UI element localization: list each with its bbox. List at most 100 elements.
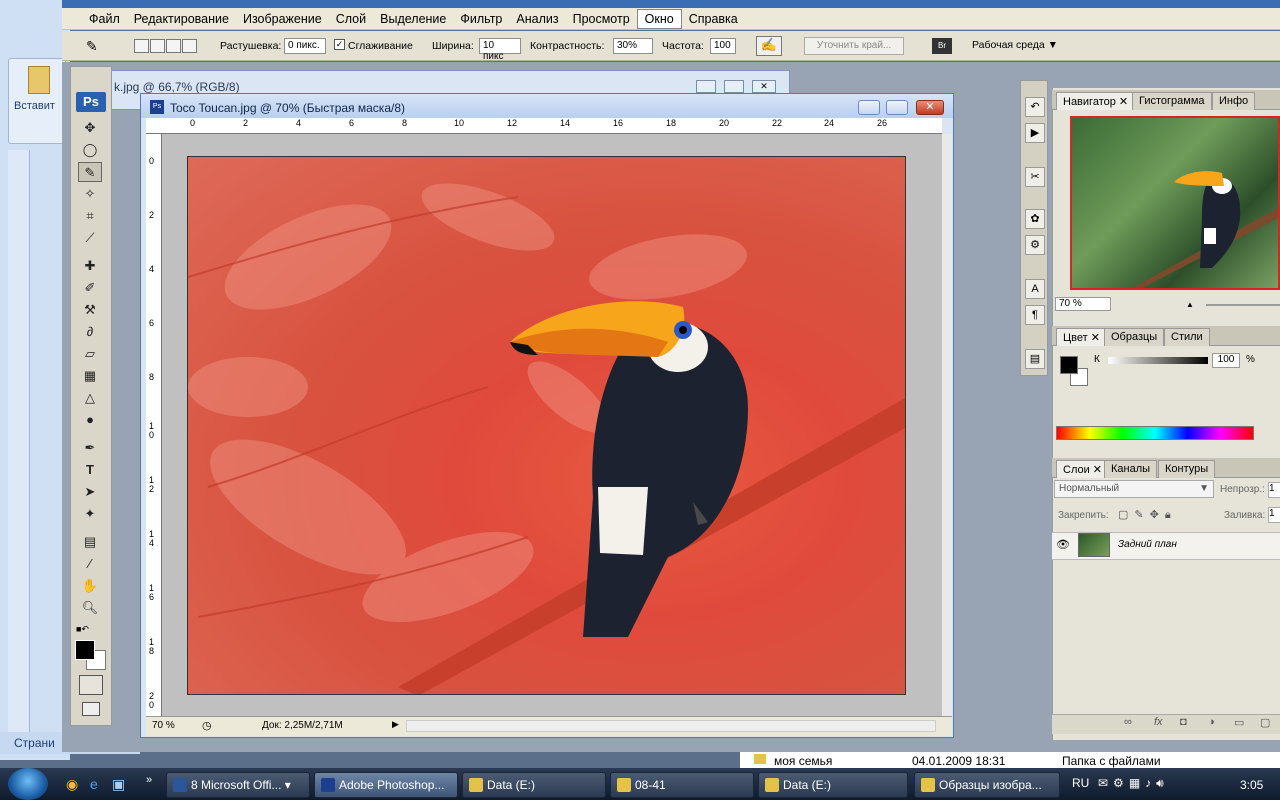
back-close-button[interactable]: ✕ (752, 80, 776, 93)
back-maximize-button[interactable] (724, 80, 744, 93)
taskbar-samples[interactable]: Образцы изобра... (914, 772, 1060, 798)
tab-channels[interactable]: Каналы (1104, 460, 1158, 478)
default-colors-icon[interactable]: ■↶ (76, 624, 89, 635)
taskbar-data-e-1[interactable]: Data (E:) (462, 772, 606, 798)
menu-layer[interactable]: Слой (329, 10, 373, 28)
layer-name[interactable]: Задний план (1118, 539, 1177, 550)
back-minimize-button[interactable] (696, 80, 716, 93)
subtract-selection-button[interactable] (166, 39, 181, 53)
new-layer-icon[interactable]: ▢ (1260, 716, 1270, 729)
tab-paths[interactable]: Контуры (1158, 460, 1216, 478)
opacity-input[interactable]: 1 (1268, 482, 1280, 498)
notes-tool-icon[interactable]: ▤ (78, 532, 102, 552)
add-selection-button[interactable] (150, 39, 165, 53)
menu-help[interactable]: Справка (682, 10, 745, 28)
ie-icon[interactable]: e (90, 776, 98, 792)
vertical-ruler[interactable]: 0 2 4 6 8 1 0 1 2 1 4 1 6 1 8 2 0 (146, 134, 162, 720)
history-panel-icon[interactable]: ↶ (1025, 97, 1045, 117)
history-brush-icon[interactable]: ∂ (78, 322, 102, 342)
language-indicator[interactable]: RU (1072, 776, 1089, 790)
toucan-image-quick-mask[interactable] (187, 156, 906, 695)
refine-edge-button[interactable]: Уточнить край... (804, 37, 904, 55)
tab-swatches[interactable]: Образцы (1104, 328, 1165, 346)
contrast-input[interactable]: 30% (613, 38, 653, 54)
tray-icons[interactable]: ✉⚙▦♪🔊︎ (1098, 776, 1169, 791)
navigator-zoom-slider[interactable] (1206, 304, 1280, 306)
brushes-panel-icon[interactable]: ✿ (1025, 209, 1045, 229)
width-input[interactable]: 10 пикс (479, 38, 521, 62)
menu-window[interactable]: Окно (636, 8, 682, 29)
status-info-icon[interactable]: ◷ (202, 719, 212, 732)
eyedropper-icon[interactable]: ⁄ (78, 554, 102, 574)
document-minimize-button[interactable] (858, 100, 880, 115)
magnetic-lasso-icon[interactable]: ✎ (86, 38, 98, 55)
tools-presets-icon[interactable]: ✂ (1025, 167, 1045, 187)
show-desktop-icon[interactable]: ▣ (112, 776, 125, 793)
gradient-tool-icon[interactable]: ▦ (78, 366, 102, 386)
move-tool-icon[interactable]: ✥ (78, 118, 102, 138)
quick-mask-icon[interactable] (79, 675, 103, 695)
shape-tool-icon[interactable]: ✦ (78, 504, 102, 524)
tab-layers[interactable]: Слои ✕ (1056, 460, 1110, 478)
k-value-input[interactable]: 100 (1212, 353, 1240, 368)
navigator-zoom-input[interactable]: 70 % (1055, 297, 1111, 311)
taskbar-word[interactable]: 8 Microsoft Offi... ▾ (166, 772, 310, 798)
start-button[interactable] (8, 768, 48, 800)
status-menu-arrow-icon[interactable]: ▶ (392, 719, 399, 730)
eye-visibility-icon[interactable]: 👁︎ (1056, 538, 1070, 551)
tab-color[interactable]: Цвет ✕ (1056, 328, 1107, 346)
menu-select[interactable]: Выделение (373, 10, 453, 28)
foreground-color-swatch[interactable] (75, 640, 95, 660)
character-panel-icon[interactable]: A (1025, 279, 1045, 299)
menu-view[interactable]: Просмотр (566, 10, 637, 28)
healing-brush-icon[interactable]: ✚ (78, 256, 102, 276)
menu-file[interactable]: Файл (82, 10, 127, 28)
layer-comps-icon[interactable]: ▤ (1025, 349, 1045, 369)
zoom-out-icon[interactable]: ▲ (1186, 300, 1194, 309)
pen-tool-icon[interactable]: ✒ (78, 438, 102, 458)
type-tool-icon[interactable]: T (78, 460, 102, 480)
actions-panel-icon[interactable]: ▶ (1025, 123, 1045, 143)
tab-histogram[interactable]: Гистограмма (1132, 92, 1212, 110)
tab-info[interactable]: Инфо (1212, 92, 1256, 110)
document-close-button[interactable]: ✕ (916, 100, 944, 115)
lasso-tool-icon[interactable]: ✎ (78, 162, 102, 182)
lock-icons[interactable]: ▢✎✥🔒︎ (1118, 508, 1177, 522)
fill-input[interactable]: 1 (1268, 507, 1280, 523)
tab-navigator[interactable]: Навигатор ✕ (1056, 92, 1136, 110)
firefox-icon[interactable]: ◉ (66, 776, 78, 793)
menu-image[interactable]: Изображение (236, 10, 329, 28)
horizontal-ruler[interactable]: 0 2 4 6 8 10 12 14 16 18 20 22 24 26 (146, 118, 942, 134)
color-foreground-swatch[interactable] (1060, 356, 1078, 374)
intersect-selection-button[interactable] (182, 39, 197, 53)
k-slider[interactable] (1108, 357, 1208, 364)
blur-tool-icon[interactable]: △ (78, 388, 102, 408)
navigator-thumbnail[interactable] (1070, 116, 1280, 290)
magic-wand-icon[interactable]: ✧ (78, 184, 102, 204)
document-horizontal-scrollbar[interactable] (406, 720, 936, 732)
taskbar-data-e-2[interactable]: Data (E:) (758, 772, 908, 798)
layer-mask-icon[interactable]: ◘ (1180, 716, 1187, 728)
bridge-icon[interactable]: Br (932, 38, 952, 54)
tab-styles[interactable]: Стили (1164, 328, 1210, 346)
feather-input[interactable]: 0 пикс. (284, 38, 326, 54)
blend-mode-select[interactable]: Нормальный ▼ (1054, 480, 1214, 498)
adjustment-layer-icon[interactable]: ◑ (1208, 716, 1215, 728)
marquee-tool-icon[interactable]: ◯ (78, 140, 102, 160)
color-spectrum[interactable] (1056, 426, 1254, 440)
screen-mode-icon[interactable] (82, 702, 100, 716)
path-select-icon[interactable]: ➤ (78, 482, 102, 502)
workspace-dropdown[interactable]: Рабочая среда ▼ (972, 39, 1058, 51)
paragraph-panel-icon[interactable]: ¶ (1025, 305, 1045, 325)
frequency-input[interactable]: 100 (710, 38, 736, 54)
quicklaunch-more-icon[interactable]: » (146, 774, 152, 786)
taskbar-08-41[interactable]: 08-41 (610, 772, 754, 798)
new-group-icon[interactable]: ▭ (1234, 716, 1244, 729)
crop-tool-icon[interactable]: ⌗ (78, 206, 102, 226)
hand-tool-icon[interactable]: ✋ (78, 576, 102, 596)
menu-analysis[interactable]: Анализ (509, 10, 565, 28)
taskbar-photoshop[interactable]: Adobe Photoshop... (314, 772, 458, 798)
menu-edit[interactable]: Редактирование (127, 10, 236, 28)
zoom-tool-icon[interactable]: 🔍︎ (78, 598, 102, 618)
menu-filter[interactable]: Фильтр (453, 10, 509, 28)
